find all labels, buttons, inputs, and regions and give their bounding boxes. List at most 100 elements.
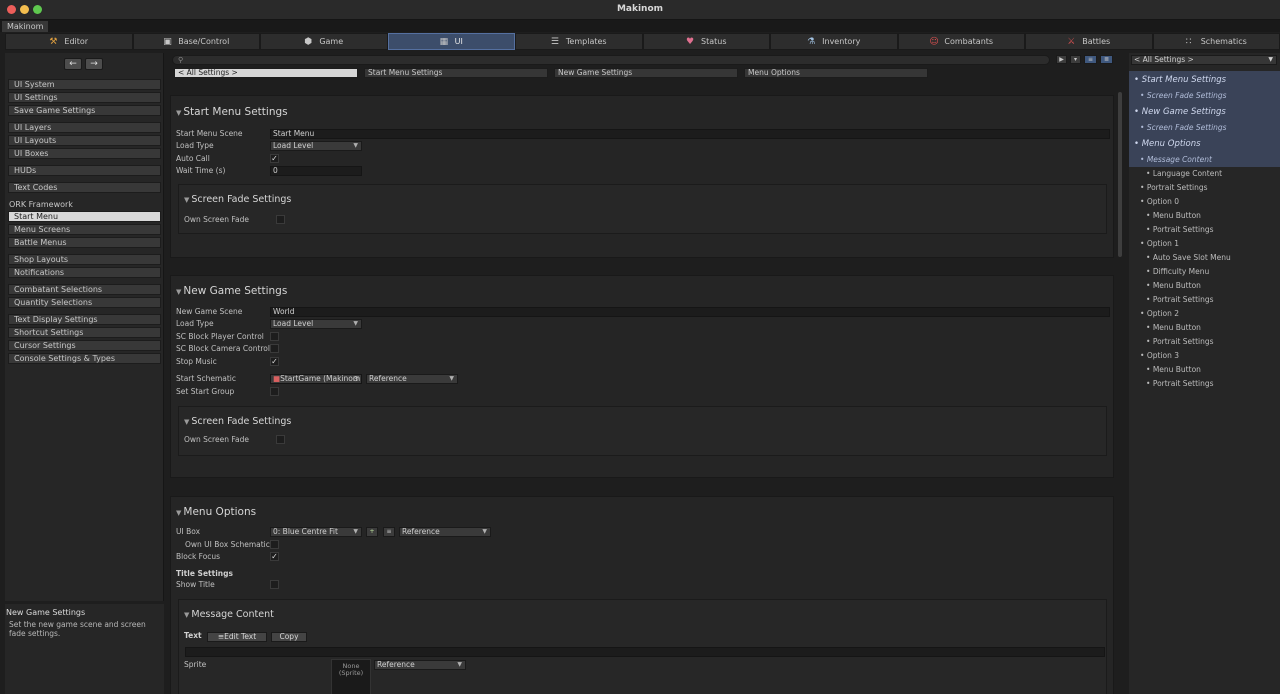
chevron-down-icon[interactable]: ▾: [1070, 55, 1081, 64]
collapse-all-icon[interactable]: ≣: [1100, 55, 1113, 64]
sidebar-item-shortcut-settings[interactable]: Shortcut Settings: [8, 327, 161, 338]
text-content-field[interactable]: [185, 647, 1105, 657]
wait-time-field[interactable]: 0: [270, 166, 362, 176]
breadcrumb-item[interactable]: New Game Settings: [554, 68, 738, 78]
sidebar-item-menu-screens[interactable]: Menu Screens: [8, 224, 161, 235]
ui-box-dropdown[interactable]: 0: Blue Centre Fit ▼: [270, 527, 362, 537]
tab-status[interactable]: ♥ Status: [642, 33, 770, 50]
outline-item[interactable]: • Portrait Settings: [1129, 181, 1280, 195]
tab-ui[interactable]: ▦ UI: [387, 33, 515, 50]
start-menu-section-title[interactable]: ▼ Start Menu Settings: [176, 106, 288, 118]
screen-fade-title[interactable]: ▼ Screen Fade Settings: [184, 416, 291, 427]
scrollbar-thumb[interactable]: [1118, 92, 1122, 257]
outline-item[interactable]: • New Game Settings: [1129, 103, 1280, 121]
screen-fade-title[interactable]: ▼ Screen Fade Settings: [184, 194, 291, 205]
sidebar-item-save-game-settings[interactable]: Save Game Settings: [8, 105, 161, 116]
set-start-group-checkbox[interactable]: [270, 387, 279, 396]
outline-item[interactable]: • Portrait Settings: [1129, 223, 1280, 237]
message-content-title[interactable]: ▼ Message Content: [184, 609, 274, 620]
tab-game[interactable]: ⬢ Game: [260, 33, 388, 50]
sidebar-item-shop-layouts[interactable]: Shop Layouts: [8, 254, 161, 265]
ui-box-ref-dropdown[interactable]: Reference ▼: [399, 527, 491, 537]
add-icon[interactable]: +: [366, 527, 378, 537]
outline-item[interactable]: • Message Content: [1129, 153, 1280, 167]
sidebar-item-ui-settings[interactable]: UI Settings: [8, 92, 161, 103]
expand-all-icon[interactable]: ≡: [1084, 55, 1097, 64]
sidebar-item-cursor-settings[interactable]: Cursor Settings: [8, 340, 161, 351]
outline-item[interactable]: • Screen Fade Settings: [1129, 89, 1280, 103]
new-game-section-title[interactable]: ▼ New Game Settings: [176, 285, 287, 297]
tab-inventory[interactable]: ⚗ Inventory: [770, 33, 898, 50]
back-arrow-icon[interactable]: ←: [64, 58, 82, 70]
outline-item[interactable]: • Portrait Settings: [1129, 377, 1280, 391]
sidebar-item-battle-menus[interactable]: Battle Menus: [8, 237, 161, 248]
own-screen-fade-checkbox[interactable]: [276, 435, 285, 444]
breadcrumb-item[interactable]: < All Settings >: [174, 68, 358, 78]
outline-item[interactable]: • Menu Options: [1129, 135, 1280, 153]
breadcrumb-item[interactable]: Start Menu Settings: [364, 68, 548, 78]
menu-options-section-title[interactable]: ▼ Menu Options: [176, 506, 256, 518]
search-input[interactable]: ⚲: [172, 55, 1050, 65]
outline-item[interactable]: • Portrait Settings: [1129, 293, 1280, 307]
new-game-scene-field[interactable]: World: [270, 307, 1110, 317]
outline-item[interactable]: • Menu Button: [1129, 321, 1280, 335]
outline-item[interactable]: • Portrait Settings: [1129, 335, 1280, 349]
target-icon[interactable]: ⊙: [353, 375, 359, 383]
tab-battles[interactable]: ⚔ Battles: [1025, 33, 1153, 50]
document-tab[interactable]: Makinom: [2, 21, 49, 32]
sidebar-item-ui-system[interactable]: UI System: [8, 79, 161, 90]
outline-item[interactable]: • Start Menu Settings: [1129, 71, 1280, 89]
play-icon[interactable]: ▶: [1056, 55, 1067, 64]
tab-base-control[interactable]: ▣ Base/Control: [132, 33, 260, 50]
sidebar-item-start-menu[interactable]: Start Menu: [8, 211, 161, 222]
outline-item[interactable]: • Option 1: [1129, 237, 1280, 251]
new-game-load-type-dropdown[interactable]: Load Level ▼: [270, 319, 362, 329]
block-camera-checkbox[interactable]: [270, 344, 279, 353]
outline-item[interactable]: • Language Content: [1129, 167, 1280, 181]
sidebar-item-text-codes[interactable]: Text Codes: [8, 182, 161, 193]
sprite-ref-dropdown[interactable]: Reference ▼: [374, 660, 466, 670]
sidebar-item-quantity-selections[interactable]: Quantity Selections: [8, 297, 161, 308]
sprite-picker[interactable]: None (Sprite): [331, 659, 371, 694]
outline-item[interactable]: • Menu Button: [1129, 279, 1280, 293]
outline-item[interactable]: • Option 2: [1129, 307, 1280, 321]
outline-item[interactable]: • Option 0: [1129, 195, 1280, 209]
start-schematic-field[interactable]: ■StartGame (Makinom ⊙: [270, 374, 362, 384]
sidebar-item-huds[interactable]: HUDs: [8, 165, 161, 176]
own-screen-fade-checkbox[interactable]: [276, 215, 285, 224]
sidebar-item-ui-layers[interactable]: UI Layers: [8, 122, 161, 133]
tab-combatants[interactable]: ☺ Combatants: [897, 33, 1025, 50]
sidebar-item-text-display-settings[interactable]: Text Display Settings: [8, 314, 161, 325]
show-title-checkbox[interactable]: [270, 580, 279, 589]
chevron-down-icon: ▼: [353, 528, 358, 535]
outline-dropdown[interactable]: < All Settings > ▼: [1131, 55, 1277, 65]
outline-item[interactable]: • Menu Button: [1129, 363, 1280, 377]
main-scrollbar[interactable]: [1117, 88, 1123, 693]
load-type-dropdown[interactable]: Load Level ▼: [270, 141, 362, 151]
sidebar-item-console-settings-types[interactable]: Console Settings & Types: [8, 353, 161, 364]
outline-item[interactable]: • Option 3: [1129, 349, 1280, 363]
outline-item[interactable]: • Auto Save Slot Menu: [1129, 251, 1280, 265]
outline-item[interactable]: • Difficulty Menu: [1129, 265, 1280, 279]
edit-text-button[interactable]: ≡Edit Text: [207, 632, 267, 642]
start-menu-scene-field[interactable]: Start Menu: [270, 129, 1110, 139]
tab-templates[interactable]: ☰ Templates: [515, 33, 643, 50]
list-icon[interactable]: ≡: [383, 527, 395, 537]
block-focus-checkbox[interactable]: ✓: [270, 552, 279, 561]
sidebar-item-ui-layouts[interactable]: UI Layouts: [8, 135, 161, 146]
block-player-checkbox[interactable]: [270, 332, 279, 341]
copy-button[interactable]: Copy: [271, 632, 307, 642]
outline-item[interactable]: • Menu Button: [1129, 209, 1280, 223]
tab-editor[interactable]: ⚒ Editor: [5, 33, 133, 50]
sidebar-item-combatant-selections[interactable]: Combatant Selections: [8, 284, 161, 295]
sidebar-item-notifications[interactable]: Notifications: [8, 267, 161, 278]
sidebar-item-ui-boxes[interactable]: UI Boxes: [8, 148, 161, 159]
stop-music-checkbox[interactable]: ✓: [270, 357, 279, 366]
auto-call-checkbox[interactable]: ✓: [270, 154, 279, 163]
forward-arrow-icon[interactable]: →: [85, 58, 103, 70]
outline-item[interactable]: • Screen Fade Settings: [1129, 121, 1280, 135]
own-schematics-checkbox[interactable]: [270, 540, 279, 549]
start-schematic-ref-dropdown[interactable]: Reference ▼: [366, 374, 458, 384]
tab-schematics[interactable]: ∷ Schematics: [1152, 33, 1280, 50]
breadcrumb-item[interactable]: Menu Options: [744, 68, 928, 78]
